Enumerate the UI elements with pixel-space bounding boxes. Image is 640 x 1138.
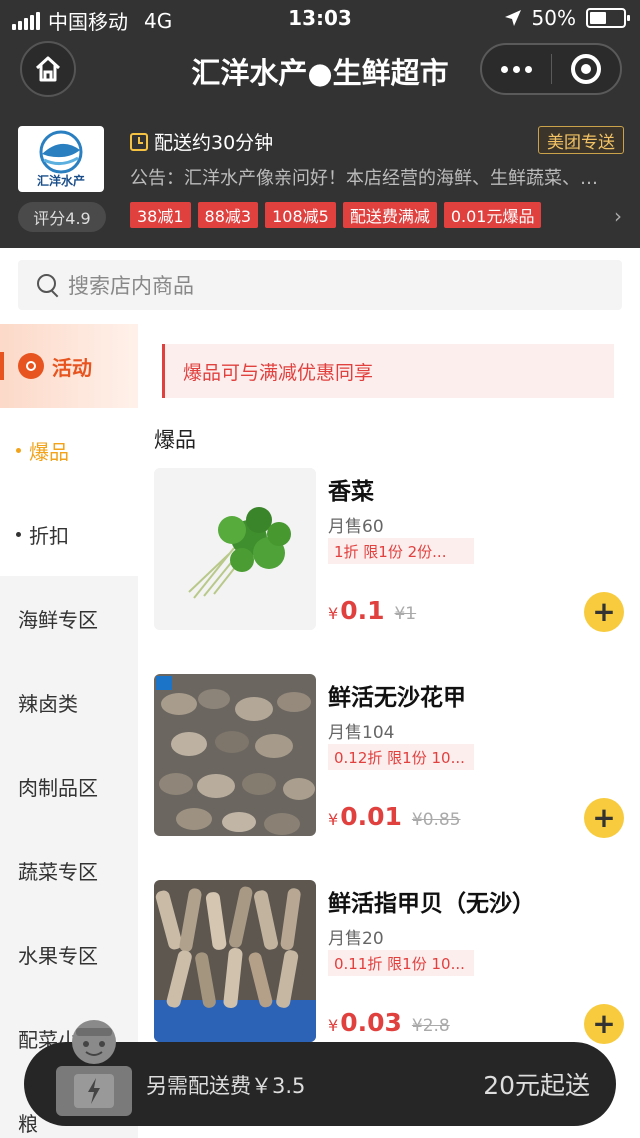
sidebar-item-label: 爆品 xyxy=(29,439,69,464)
add-to-cart-button[interactable]: + xyxy=(584,592,624,632)
product-image-razor-clams[interactable] xyxy=(154,880,316,1042)
sidebar-item-fruit[interactable]: 水果专区 xyxy=(0,912,138,996)
cart-mascot-icon[interactable] xyxy=(54,1016,134,1122)
promo-tag: 88减3 xyxy=(197,202,259,228)
promo-tag: 0.01元爆品 xyxy=(443,202,542,228)
currency-symbol: ¥ xyxy=(328,604,339,623)
section-title: 爆品 xyxy=(154,428,196,452)
original-price: ¥0.85 xyxy=(411,810,461,830)
product-name: 香菜 xyxy=(328,479,374,505)
original-price: ¥2.8 xyxy=(411,1016,450,1036)
product-price: ¥ 0.1 ¥1 xyxy=(328,596,416,625)
current-price: 0.03 xyxy=(340,1008,402,1037)
sidebar-item-meat[interactable]: 肉制品区 xyxy=(0,744,138,828)
search-icon xyxy=(36,273,60,297)
promo-tag: 108减5 xyxy=(265,202,336,228)
sidebar-item-label: 折扣 xyxy=(29,523,69,548)
product-promo: 1折 限1份 2份... xyxy=(328,538,474,564)
promo-banner: 爆品可与满减优惠同享 xyxy=(162,344,614,398)
product-sales: 月售60 xyxy=(328,517,384,537)
search-area: 搜索店内商品 xyxy=(0,248,640,324)
battery-icon xyxy=(586,8,630,28)
sidebar-item-braised[interactable]: 辣卤类 xyxy=(0,660,138,744)
product-image-clams[interactable] xyxy=(154,674,316,836)
product-price: ¥ 0.03 ¥2.8 xyxy=(328,1008,450,1037)
product-name: 鲜活指甲贝（无沙） xyxy=(328,891,535,917)
add-to-cart-button[interactable]: + xyxy=(584,1004,624,1044)
promo-tag: 38减1 xyxy=(130,202,191,228)
delivery-time: 配送约30分钟 xyxy=(130,128,273,155)
target-icon xyxy=(570,54,601,84)
activity-icon xyxy=(18,353,44,379)
sidebar-item-vegetables[interactable]: 蔬菜专区 xyxy=(0,828,138,912)
original-price: ¥1 xyxy=(394,604,417,624)
sidebar-item-discount[interactable]: 折扣 xyxy=(0,492,138,576)
promo-tags: 38减1 88减3 108减5 配送费满减 0.01元爆品 xyxy=(130,202,542,228)
store-logo[interactable]: 汇洋水产 xyxy=(18,126,104,192)
mini-program-capsule xyxy=(480,43,622,95)
sidebar-item-hot[interactable]: 爆品 xyxy=(0,408,138,492)
product-card[interactable]: 鲜活指甲贝（无沙） 月售20 0.11折 限1份 10... ¥ 0.03 ¥2… xyxy=(154,880,624,1050)
store-notice[interactable]: 公告：汇洋水产像亲问好！本店经营的海鲜、生鲜蔬菜、… xyxy=(130,164,624,190)
sidebar-item-label: 活动 xyxy=(52,355,92,380)
clock-icon xyxy=(130,132,148,151)
more-dots-icon xyxy=(500,65,532,73)
close-program-button[interactable] xyxy=(552,45,621,93)
logo-text: 汇洋水产 xyxy=(36,174,85,188)
status-bar: 中国移动 4G 13:03 50% xyxy=(0,0,640,36)
product-promo: 0.12折 限1份 10... xyxy=(328,744,474,770)
currency-symbol: ¥ xyxy=(328,810,339,829)
product-sales: 月售104 xyxy=(328,723,395,743)
product-card[interactable]: 鲜活无沙花甲 月售104 0.12折 限1份 10... ¥ 0.01 ¥0.8… xyxy=(154,674,624,844)
search-input[interactable]: 搜索店内商品 xyxy=(18,260,622,310)
min-order: 20元起送 xyxy=(483,1071,590,1100)
battery-percent: 50% xyxy=(531,6,576,30)
nav-bar: 汇洋水产●生鲜超市 xyxy=(0,36,640,102)
product-promo: 0.11折 限1份 10... xyxy=(328,950,474,976)
product-image-coriander[interactable] xyxy=(154,468,316,630)
rating-badge: 评分4.9 xyxy=(18,202,106,232)
current-price: 0.1 xyxy=(340,596,385,625)
delivery-badge: 美团专送 xyxy=(538,126,624,154)
delivery-time-label: 配送约30分钟 xyxy=(154,132,274,154)
add-to-cart-button[interactable]: + xyxy=(584,798,624,838)
store-header: 汇洋水产 评分4.9 配送约30分钟 美团专送 公告：汇洋水产像亲问好！本店经营… xyxy=(0,102,640,248)
current-price: 0.01 xyxy=(340,802,402,831)
currency-symbol: ¥ xyxy=(328,1016,339,1035)
product-name: 鲜活无沙花甲 xyxy=(328,685,466,711)
location-arrow-icon xyxy=(504,10,521,26)
more-button[interactable] xyxy=(482,45,551,93)
chevron-right-icon[interactable]: › xyxy=(614,204,622,228)
sidebar-item-seafood[interactable]: 海鲜专区 xyxy=(0,576,138,660)
promo-tag: 配送费满减 xyxy=(342,202,437,228)
cart-bar[interactable]: 另需配送费￥3.5 20元起送 xyxy=(24,1020,616,1126)
sidebar-item-activity[interactable]: 活动 xyxy=(0,324,138,408)
product-list: 爆品可与满减优惠同享 爆品 香菜 月售60 1折 限1份 2份... ¥ 0.1… xyxy=(138,324,640,1138)
product-card[interactable]: 香菜 月售60 1折 限1份 2份... ¥ 0.1 ¥1 + xyxy=(154,468,624,638)
delivery-fee: 另需配送费￥3.5 xyxy=(146,1074,306,1098)
search-placeholder: 搜索店内商品 xyxy=(68,274,194,298)
product-sales: 月售20 xyxy=(328,929,384,949)
product-price: ¥ 0.01 ¥0.85 xyxy=(328,802,461,831)
